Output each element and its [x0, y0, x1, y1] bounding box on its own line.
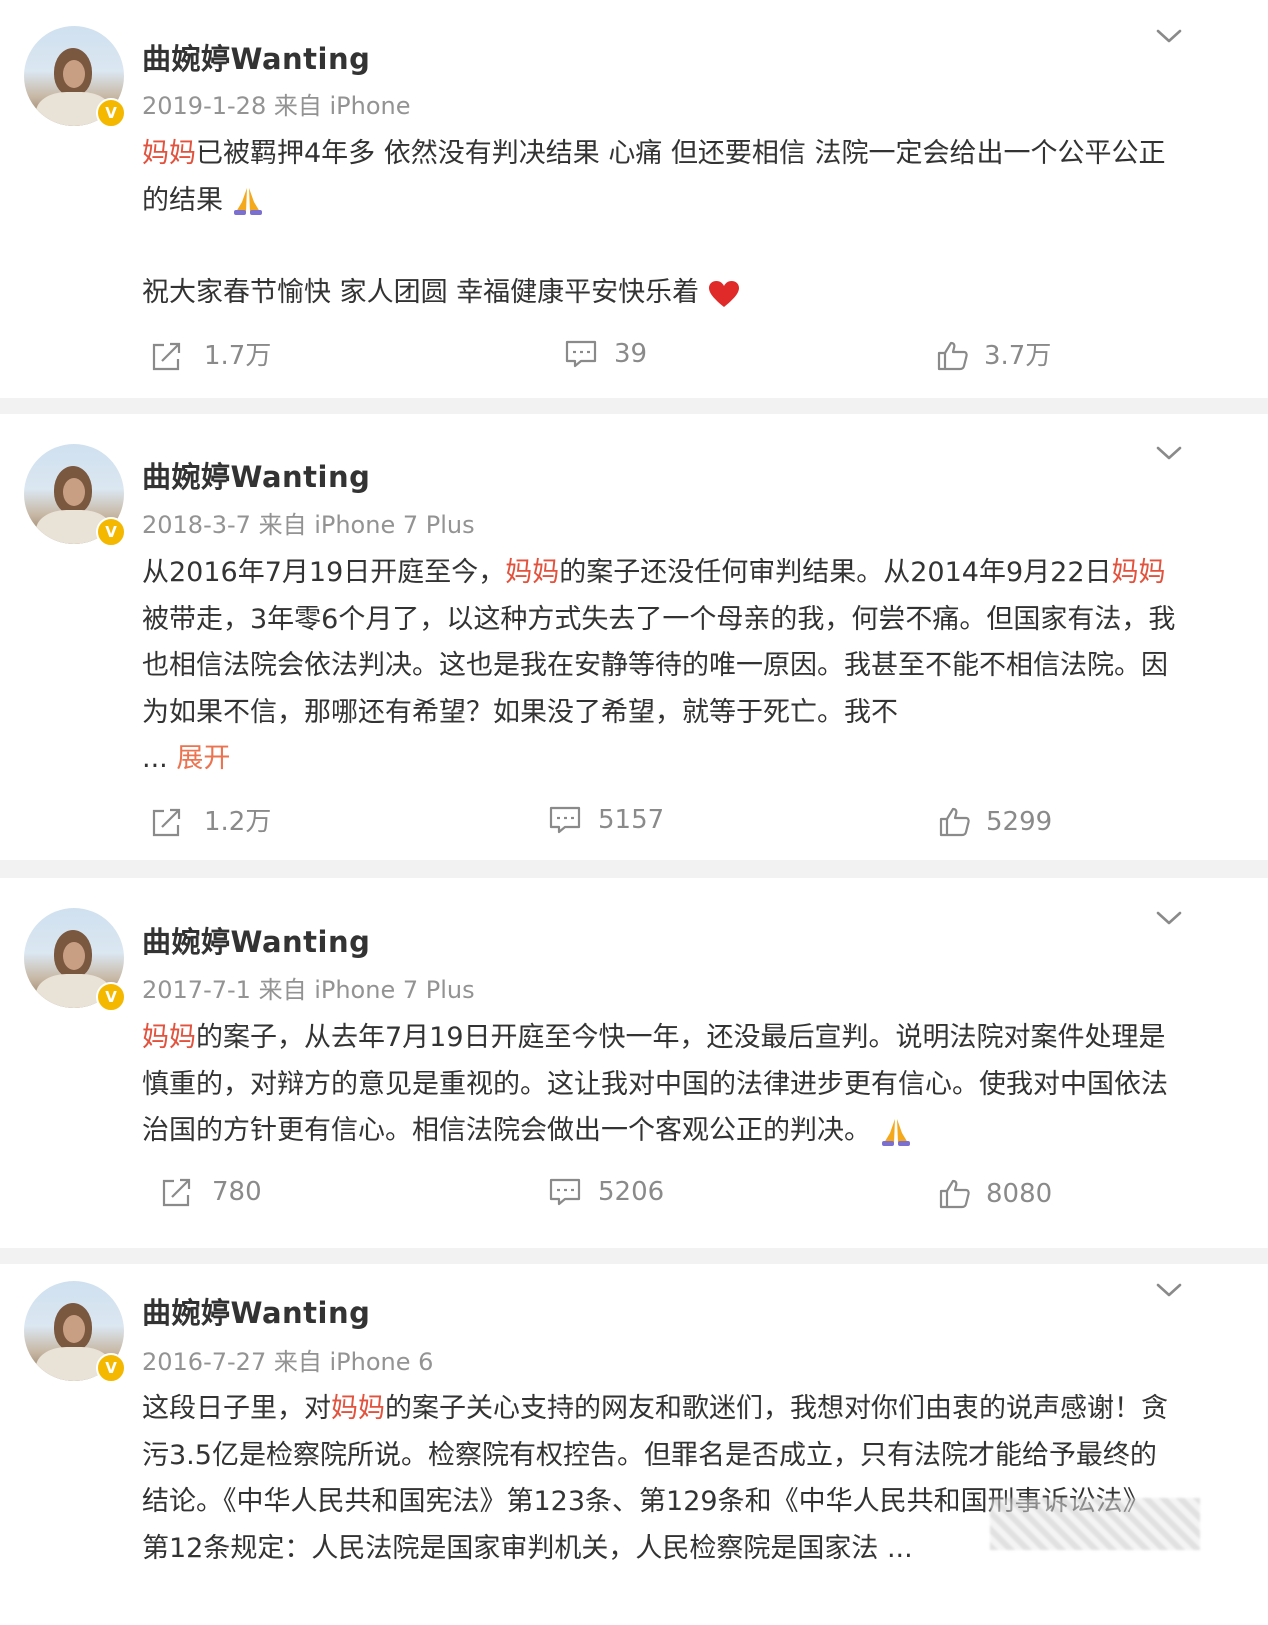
repost-icon — [152, 808, 181, 837]
chevron-down-icon[interactable] — [1152, 24, 1186, 48]
post-meta: 2018-3-7 来自 iPhone 7 Plus — [142, 505, 475, 540]
like-icon — [937, 341, 968, 371]
username[interactable]: 曲婉婷Wanting — [142, 919, 370, 961]
highlight-keyword[interactable]: 妈妈 — [142, 1022, 196, 1053]
post-text: 已被羁押4年多 依然没有判决结果 心痛 但还要相信 法院一定会给出一个公平公正的… — [142, 138, 1166, 216]
post-meta: 2019-1-28 来自 iPhone — [142, 86, 411, 121]
post-separator — [0, 1248, 1268, 1264]
heart-emoji — [708, 280, 739, 307]
comment-count: 39 — [614, 339, 648, 369]
avatar-face — [54, 466, 92, 514]
comment-icon — [565, 340, 597, 368]
post-text: 这段日子里，对 — [142, 1393, 331, 1424]
like-count: 8080 — [986, 1179, 1053, 1209]
expand-link[interactable]: 展开 — [176, 743, 230, 774]
username[interactable]: 曲婉婷Wanting — [142, 454, 370, 496]
repost-count: 1.2万 — [204, 807, 272, 837]
post-date[interactable]: 2016-7-27 — [142, 1348, 266, 1376]
comment-icon — [549, 1178, 581, 1206]
post-date[interactable]: 2018-3-7 — [142, 511, 251, 539]
highlight-keyword[interactable]: 妈妈 — [142, 138, 196, 169]
comment-count: 5157 — [598, 805, 665, 835]
post-card: V 曲婉婷Wanting 2016-7-27 来自 iPhone 6 这段日子里… — [0, 1264, 1268, 1625]
chevron-down-icon[interactable] — [1152, 441, 1186, 465]
post-date[interactable]: 2017-7-1 — [142, 976, 251, 1004]
repost-icon — [162, 1178, 191, 1207]
post-text: 从2016年7月19日开庭至今， — [142, 557, 506, 588]
post-separator — [0, 398, 1268, 414]
comment-count: 5206 — [598, 1177, 665, 1207]
post-text: 祝大家春节愉快 家人团圆 幸福健康平安快乐着 — [142, 277, 700, 308]
avatar-face — [54, 1303, 92, 1351]
post-text: 的案子，从去年7月19日开庭至今快一年，还没最后宣判。说明法院对案件处理是慎重的… — [142, 1022, 1168, 1146]
weibo-feed: V 曲婉婷Wanting 2019-1-28 来自 iPhone 妈妈已被羁押4… — [0, 0, 1268, 1625]
verified-badge-icon: V — [96, 982, 126, 1012]
verified-badge-icon: V — [96, 517, 126, 547]
like-count: 5299 — [986, 807, 1053, 837]
repost-count: 780 — [212, 1177, 262, 1207]
chevron-down-icon[interactable] — [1152, 906, 1186, 930]
highlight-keyword[interactable]: 妈妈 — [1112, 557, 1166, 588]
post-content: 妈妈已被羁押4年多 依然没有判决结果 心痛 但还要相信 法院一定会给出一个公平公… — [142, 131, 1192, 224]
praying-hands-emoji — [233, 188, 262, 215]
username[interactable]: 曲婉婷Wanting — [142, 1290, 370, 1332]
verified-badge-icon: V — [96, 98, 126, 128]
praying-hands-emoji — [881, 1118, 910, 1146]
post-card: V 曲婉婷Wanting 2018-3-7 来自 iPhone 7 Plus 从… — [0, 414, 1268, 860]
post-meta: 2016-7-27 来自 iPhone 6 — [142, 1342, 433, 1377]
post-card: V 曲婉婷Wanting 2019-1-28 来自 iPhone 妈妈已被羁押4… — [0, 0, 1268, 398]
post-source: 来自 iPhone 7 Plus — [258, 511, 475, 539]
highlight-keyword[interactable]: 妈妈 — [505, 557, 559, 588]
repost-icon — [152, 342, 181, 371]
post-content: 妈妈的案子，从去年7月19日开庭至今快一年，还没最后宣判。说明法院对案件处理是慎… — [142, 1015, 1192, 1155]
post-text: 被带走，3年零6个月了，以这种方式失去了一个母亲的我，何尝不痛。但国家有法，我也… — [142, 603, 1176, 728]
like-icon — [939, 807, 970, 837]
post-separator — [0, 860, 1268, 878]
post-source: 来自 iPhone — [273, 92, 411, 120]
avatar-face — [54, 48, 92, 96]
post-text: 的案子还没任何审判结果。从2014年9月22日 — [559, 557, 1112, 588]
post-card: V 曲婉婷Wanting 2017-7-1 来自 iPhone 7 Plus 妈… — [0, 878, 1268, 1248]
username[interactable]: 曲婉婷Wanting — [142, 36, 370, 78]
post-source: 来自 iPhone 6 — [273, 1348, 434, 1376]
chevron-down-icon[interactable] — [1152, 1278, 1186, 1302]
post-meta: 2017-7-1 来自 iPhone 7 Plus — [142, 970, 475, 1005]
like-count: 3.7万 — [984, 341, 1052, 371]
avatar-face — [54, 930, 92, 978]
repost-count: 1.7万 — [204, 341, 272, 371]
ellipsis: ... — [142, 743, 168, 774]
post-source: 来自 iPhone 7 Plus — [258, 976, 475, 1004]
verified-badge-icon: V — [96, 1353, 126, 1383]
like-icon — [939, 1179, 970, 1209]
post-date[interactable]: 2019-1-28 — [142, 92, 266, 120]
highlight-keyword[interactable]: 妈妈 — [331, 1393, 385, 1424]
watermark — [990, 1498, 1200, 1550]
comment-icon — [549, 806, 581, 834]
post-content-2: 祝大家春节愉快 家人团圆 幸福健康平安快乐着 — [142, 270, 1192, 317]
post-content: 从2016年7月19日开庭至今，妈妈的案子还没任何审判结果。从2014年9月22… — [142, 550, 1192, 783]
ellipsis: ... — [886, 1532, 913, 1564]
